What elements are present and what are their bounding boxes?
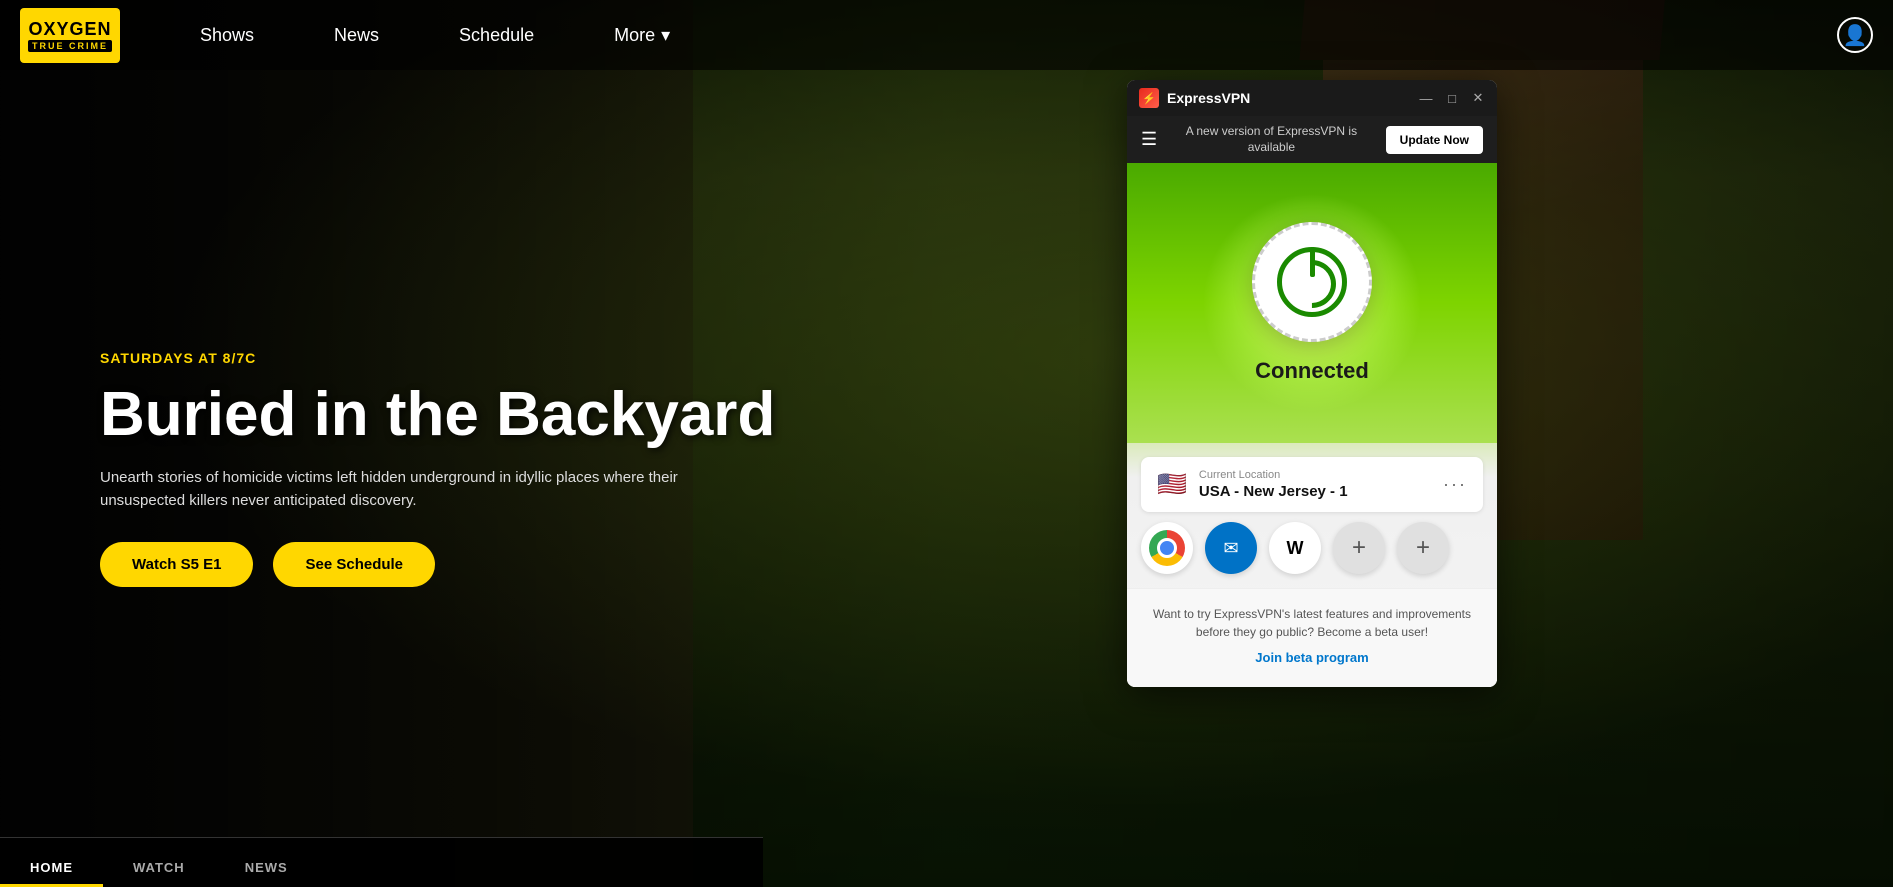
vpn-location-name: USA - New Jersey - 1: [1199, 483, 1431, 500]
hero-schedule: SATURDAYS AT 8/7C: [100, 350, 775, 366]
nav-shows[interactable]: Shows: [160, 0, 294, 70]
add-shortcut-2[interactable]: +: [1397, 522, 1449, 574]
power-icon: [1277, 247, 1347, 317]
vpn-shortcuts: ✉ W + +: [1127, 522, 1497, 588]
vpn-location-label: Current Location: [1199, 469, 1431, 481]
nav-schedule[interactable]: Schedule: [419, 0, 574, 70]
hamburger-icon[interactable]: ☰: [1141, 129, 1157, 150]
nav-more-label: More: [614, 25, 655, 46]
user-icon: 👤: [1843, 23, 1868, 48]
us-flag-icon: 🇺🇸: [1157, 470, 1187, 499]
add-shortcut-1[interactable]: +: [1333, 522, 1385, 574]
minimize-button[interactable]: —: [1419, 91, 1433, 105]
chrome-icon: [1149, 530, 1185, 566]
nav-news[interactable]: News: [294, 0, 419, 70]
tab-home[interactable]: HOME: [0, 848, 103, 887]
add-icon-1: +: [1352, 534, 1366, 562]
vpn-status-text: Connected: [1255, 358, 1369, 384]
vpn-connected-section: Connected: [1127, 163, 1497, 443]
site-logo[interactable]: OXYGEN TRUE CRIME: [20, 8, 120, 63]
add-icon-2: +: [1416, 534, 1430, 562]
outlook-shortcut[interactable]: ✉: [1205, 522, 1257, 574]
vpn-update-message: A new version of ExpressVPN is available: [1167, 124, 1376, 155]
hero-buttons: Watch S5 E1 See Schedule: [100, 542, 775, 587]
close-button[interactable]: ✕: [1471, 91, 1485, 105]
vpn-update-bar: ☰ A new version of ExpressVPN is availab…: [1127, 116, 1497, 163]
nav-more[interactable]: More ▾: [574, 0, 710, 70]
logo-line1: OXYGEN: [28, 19, 111, 40]
nav-right: 👤: [1837, 17, 1873, 53]
vpn-app-name: ExpressVPN: [1167, 90, 1250, 106]
tab-news[interactable]: NEWS: [215, 848, 318, 887]
main-nav: OXYGEN TRUE CRIME Shows News Schedule Mo…: [0, 0, 1893, 70]
chrome-shortcut[interactable]: [1141, 522, 1193, 574]
hero-content: SATURDAYS AT 8/7C Buried in the Backyard…: [100, 350, 775, 587]
vpn-beta-section: Want to try ExpressVPN's latest features…: [1127, 588, 1497, 687]
update-now-button[interactable]: Update Now: [1386, 126, 1483, 154]
logo-line2: TRUE CRIME: [28, 40, 112, 52]
vpn-body: Connected 🇺🇸 Current Location USA - New …: [1127, 163, 1497, 687]
bottom-tabs: HOME WATCH NEWS: [0, 837, 763, 887]
vpn-beta-text: Want to try ExpressVPN's latest features…: [1141, 605, 1483, 641]
vpn-window-controls: — □ ✕: [1419, 91, 1485, 105]
expressvpn-logo-icon: [1139, 88, 1159, 108]
location-more-button[interactable]: ···: [1443, 474, 1467, 495]
watch-button[interactable]: Watch S5 E1: [100, 542, 253, 587]
chevron-down-icon: ▾: [661, 25, 670, 46]
nav-links: Shows News Schedule More ▾: [160, 0, 1837, 70]
hero-title: Buried in the Backyard: [100, 382, 775, 447]
vpn-logo-area: ExpressVPN: [1139, 88, 1419, 108]
schedule-button[interactable]: See Schedule: [273, 542, 435, 587]
outlook-icon: ✉: [1223, 538, 1238, 559]
tab-watch[interactable]: WATCH: [103, 848, 215, 887]
user-account-button[interactable]: 👤: [1837, 17, 1873, 53]
vpn-window: ExpressVPN — □ ✕ ☰ A new version of Expr…: [1127, 80, 1497, 687]
vpn-power-button[interactable]: [1252, 222, 1372, 342]
wikipedia-shortcut[interactable]: W: [1269, 522, 1321, 574]
vpn-location-row[interactable]: 🇺🇸 Current Location USA - New Jersey - 1…: [1141, 457, 1483, 512]
vpn-location-info: Current Location USA - New Jersey - 1: [1199, 469, 1431, 500]
hero-description: Unearth stories of homicide victims left…: [100, 467, 740, 512]
maximize-button[interactable]: □: [1445, 91, 1459, 105]
wikipedia-icon: W: [1287, 538, 1304, 559]
vpn-titlebar: ExpressVPN — □ ✕: [1127, 80, 1497, 116]
join-beta-link[interactable]: Join beta program: [1255, 650, 1368, 665]
